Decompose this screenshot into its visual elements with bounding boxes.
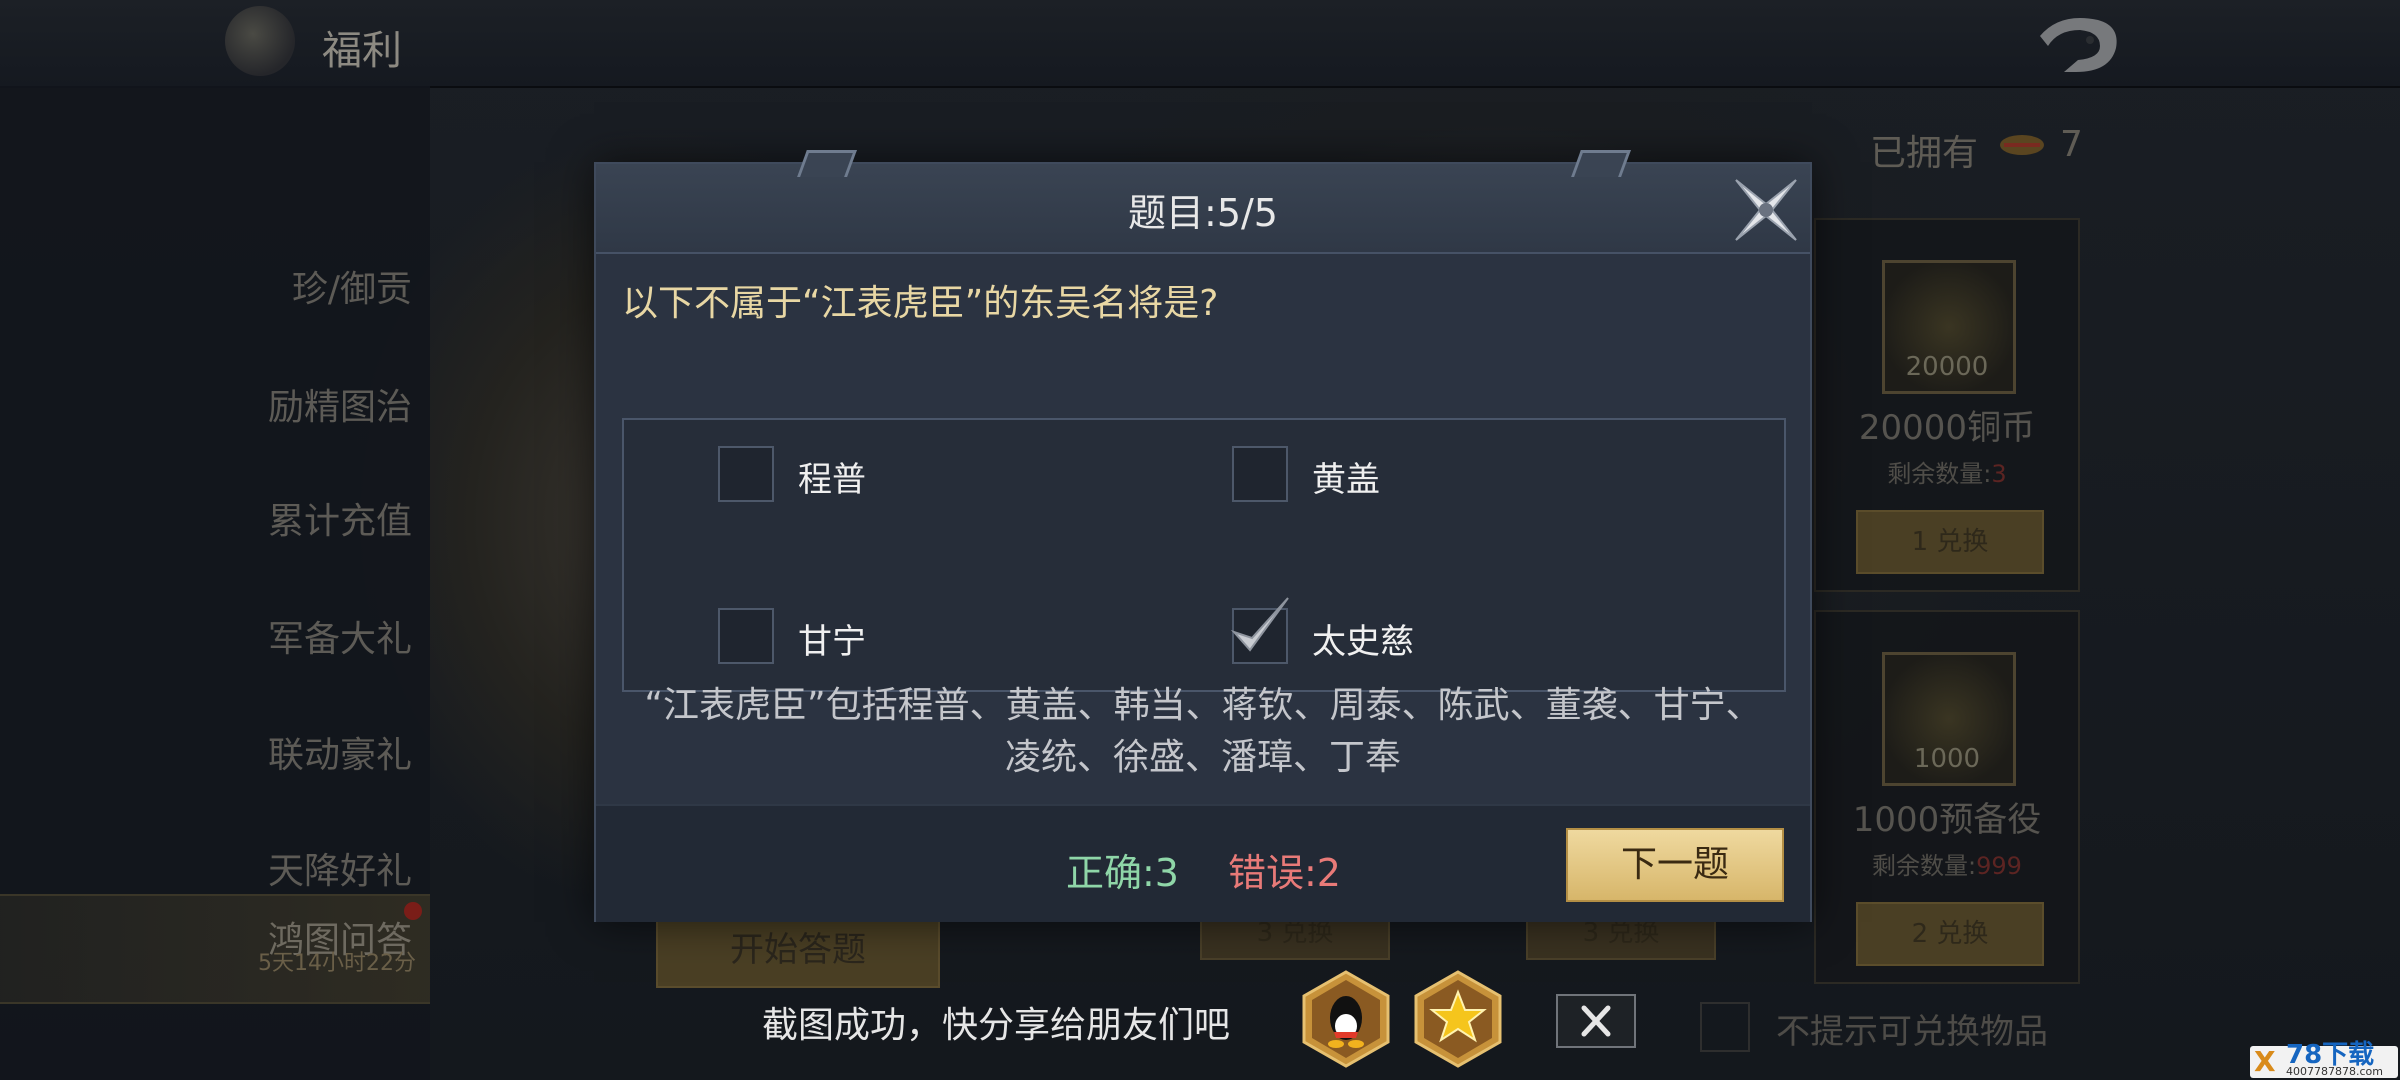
- remaining-count: 剩余数量:3: [1887, 460, 2007, 488]
- page-title: 福利: [322, 28, 402, 74]
- option-checkbox[interactable]: [1232, 446, 1288, 502]
- next-question-button[interactable]: 下一题: [1566, 828, 1784, 902]
- owned-label: 已拥有: [1870, 133, 1979, 174]
- start-quiz-button[interactable]: 开始答题: [656, 912, 940, 988]
- options-panel: 程普 黄盖 甘宁 太史慈: [622, 418, 1786, 692]
- close-icon[interactable]: [1726, 170, 1806, 250]
- dialog-title: 题目:5/5: [1128, 191, 1278, 235]
- no-remind-label: 不提示可兑换物品: [1776, 1012, 2048, 1052]
- qzone-icon[interactable]: [1414, 970, 1502, 1068]
- question-text: 以下不属于“江表虎臣”的东吴名将是?: [622, 283, 1219, 324]
- option-label: 黄盖: [1312, 460, 1380, 500]
- item-quantity: 20000: [1905, 352, 1989, 382]
- notification-dot: [404, 902, 422, 920]
- item-name: 20000铜币: [1858, 408, 2036, 448]
- answer-explanation: “江表虎臣”包括程普、黄盖、韩当、蒋钦、周泰、陈武、董袭、甘宁、凌统、徐盛、潘璋…: [644, 685, 1762, 778]
- token-icon: [2000, 135, 2044, 155]
- sidebar: 珍/御贡 励精图治 累计充值 军备大礼 联动豪礼 天降好礼 鸿图问答 5天14小…: [0, 86, 430, 1080]
- checkmark-icon: [1230, 597, 1289, 652]
- header-ornament: [797, 150, 857, 177]
- option-checkbox[interactable]: [718, 446, 774, 502]
- sidebar-item-quiz[interactable]: 鸿图问答 5天14小时22分: [0, 894, 430, 1004]
- no-remind-checkbox[interactable]: [1700, 1002, 1750, 1052]
- item-name: 1000预备役: [1852, 800, 2042, 840]
- emblem-icon: [225, 6, 295, 76]
- exchange-button[interactable]: 1 兑换: [1856, 510, 2044, 574]
- sidebar-item-recharge[interactable]: 累计充值: [0, 482, 430, 562]
- exchange-button[interactable]: 2 兑换: [1856, 902, 2044, 966]
- watermark-url: 4007787878.com: [2286, 1065, 2383, 1078]
- back-dragon-icon[interactable]: [2020, 6, 2130, 82]
- remaining-count: 剩余数量:999: [1872, 852, 2022, 880]
- quiz-dialog: 题目:5/5 以下不属于“江表虎臣”的东吴名将是? 程普 黄盖 甘宁 太史慈 “…: [594, 150, 1812, 922]
- watermark-text: 78下载: [2286, 1040, 2375, 1070]
- sidebar-item-zhen[interactable]: 珍/御贡: [0, 250, 430, 330]
- reward-card: 1000 1000预备役 剩余数量:999 2 兑换: [1814, 610, 2080, 984]
- watermark-logo-icon: X: [2254, 1045, 2276, 1078]
- owned-count: 7: [2060, 124, 2083, 165]
- sidebar-item-lijing[interactable]: 励精图治: [0, 368, 430, 448]
- qq-icon[interactable]: [1302, 970, 1390, 1068]
- option-label: 太史慈: [1312, 622, 1414, 662]
- countdown-text: 5天14小时22分: [258, 951, 416, 976]
- option-label: 程普: [798, 460, 866, 500]
- sidebar-item-junbei[interactable]: 军备大礼: [0, 600, 430, 680]
- sidebar-item-liandong[interactable]: 联动豪礼: [0, 716, 430, 796]
- correct-count: 正确:3: [1066, 851, 1179, 895]
- close-icon[interactable]: [1556, 994, 1636, 1048]
- option-checkbox[interactable]: [718, 608, 774, 664]
- dialog-footer: 正确:3 错误:2 下一题: [596, 804, 1810, 922]
- header-ornament: [1571, 150, 1631, 177]
- wrong-count: 错误:2: [1228, 851, 1341, 895]
- top-bar: 福利: [0, 0, 2400, 88]
- option-label: 甘宁: [798, 622, 866, 662]
- share-prompt: 截图成功，快分享给朋友们吧: [762, 1005, 1231, 1046]
- dialog-header: 题目:5/5: [596, 150, 1810, 254]
- item-quantity: 1000: [1913, 744, 1981, 774]
- reward-card: 20000 20000铜币 剩余数量:3 1 兑换: [1814, 218, 2080, 592]
